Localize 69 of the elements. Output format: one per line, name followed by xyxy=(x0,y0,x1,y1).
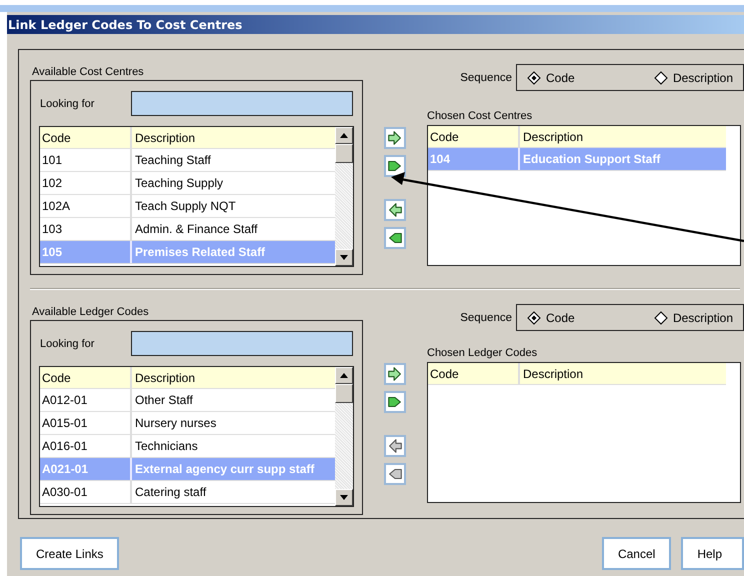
list-row[interactable]: 101 Teaching Staff xyxy=(40,149,335,172)
table-cell: A021-01 xyxy=(40,458,132,480)
group-label: Chosen Ledger Codes xyxy=(427,347,538,360)
scroll-down-icon xyxy=(340,255,348,260)
column-header[interactable]: Code xyxy=(40,367,132,388)
search-label: Looking for xyxy=(39,98,96,110)
table-cell-text: External agency curr supp staff xyxy=(134,461,316,478)
table-cell: A015-01 xyxy=(40,412,132,434)
transfer-button[interactable] xyxy=(384,391,406,413)
column-header[interactable]: Code xyxy=(40,127,132,148)
table-cell: 102A xyxy=(40,195,132,217)
right-arrow-icon xyxy=(386,365,404,383)
group-label: Chosen Cost Centres xyxy=(427,110,534,123)
table-cell-text: Teach Supply NQT xyxy=(134,198,237,215)
table-cell: 104 xyxy=(428,148,520,170)
scroll-up-icon xyxy=(340,373,348,378)
column-header[interactable]: Description xyxy=(132,367,335,388)
scroll-thumb[interactable] xyxy=(335,144,353,163)
table-cell-text: Technicians xyxy=(134,438,199,455)
window-title: Link Ledger Codes To Cost Centres xyxy=(7,18,242,32)
table-cell-text: Other Staff xyxy=(134,392,194,409)
left-arrow-icon xyxy=(386,201,404,219)
scroll-down-icon xyxy=(340,495,348,500)
transfer-button[interactable] xyxy=(384,127,406,149)
search-field[interactable] xyxy=(131,331,353,356)
list-row[interactable]: A012-01 Other Staff xyxy=(40,389,335,412)
scroll-up-icon xyxy=(340,133,348,138)
list-row[interactable]: 102A Teach Supply NQT xyxy=(40,195,335,218)
search-label: Looking for xyxy=(39,338,96,350)
dialog-button[interactable]: Help xyxy=(681,537,744,570)
transfer-button[interactable] xyxy=(384,199,406,221)
table-cell: 102 xyxy=(40,172,132,194)
column-header[interactable]: Description xyxy=(132,127,335,148)
table-cell: A012-01 xyxy=(40,389,132,411)
list-row[interactable]: A030-01 Catering staff xyxy=(40,481,335,504)
table-cell-text: Admin. & Finance Staff xyxy=(134,221,259,238)
table-cell: A030-01 xyxy=(40,481,132,503)
sequence-label: Sequence xyxy=(460,72,512,84)
column-header[interactable]: Description xyxy=(520,126,726,147)
table-cell: 101 xyxy=(40,149,132,171)
scrollbar[interactable] xyxy=(335,127,353,266)
table-cell: 105 xyxy=(40,241,132,263)
right-arrow-icon xyxy=(386,129,404,147)
transfer-button[interactable] xyxy=(384,227,406,249)
table-cell-text: Premises Related Staff xyxy=(134,244,266,261)
column-header[interactable]: Description xyxy=(520,363,726,384)
column-header[interactable]: Code xyxy=(428,363,520,384)
scroll-thumb[interactable] xyxy=(335,384,353,403)
transfer-button[interactable] xyxy=(384,363,406,385)
radio-option[interactable]: Description xyxy=(654,310,733,324)
table-cell-text: Nursery nurses xyxy=(134,415,218,432)
scrollbar[interactable] xyxy=(335,367,353,506)
table-cell-text: Education Support Staff xyxy=(522,151,662,168)
list-row[interactable]: 102 Teaching Supply xyxy=(40,172,335,195)
table-cell-text: Teaching Staff xyxy=(134,152,212,169)
group-label: Available Ledger Codes xyxy=(32,306,150,318)
radio-option[interactable]: Description xyxy=(654,70,733,84)
search-field[interactable] xyxy=(131,91,353,116)
dialog-button[interactable]: Create Links xyxy=(20,537,120,570)
list-row[interactable]: A015-01 Nursery nurses xyxy=(40,412,335,435)
sequence-label: Sequence xyxy=(460,312,512,324)
left-arrow-icon xyxy=(386,437,404,455)
table-cell-text: Teaching Supply xyxy=(134,175,224,192)
radio-option[interactable]: Code xyxy=(527,310,575,324)
dialog-button[interactable]: Cancel xyxy=(602,537,672,570)
group-label: Available Cost Centres xyxy=(32,66,145,78)
radio-option[interactable]: Code xyxy=(527,70,575,84)
table-cell-text: Catering staff xyxy=(134,484,208,501)
transfer-button[interactable] xyxy=(384,155,406,177)
